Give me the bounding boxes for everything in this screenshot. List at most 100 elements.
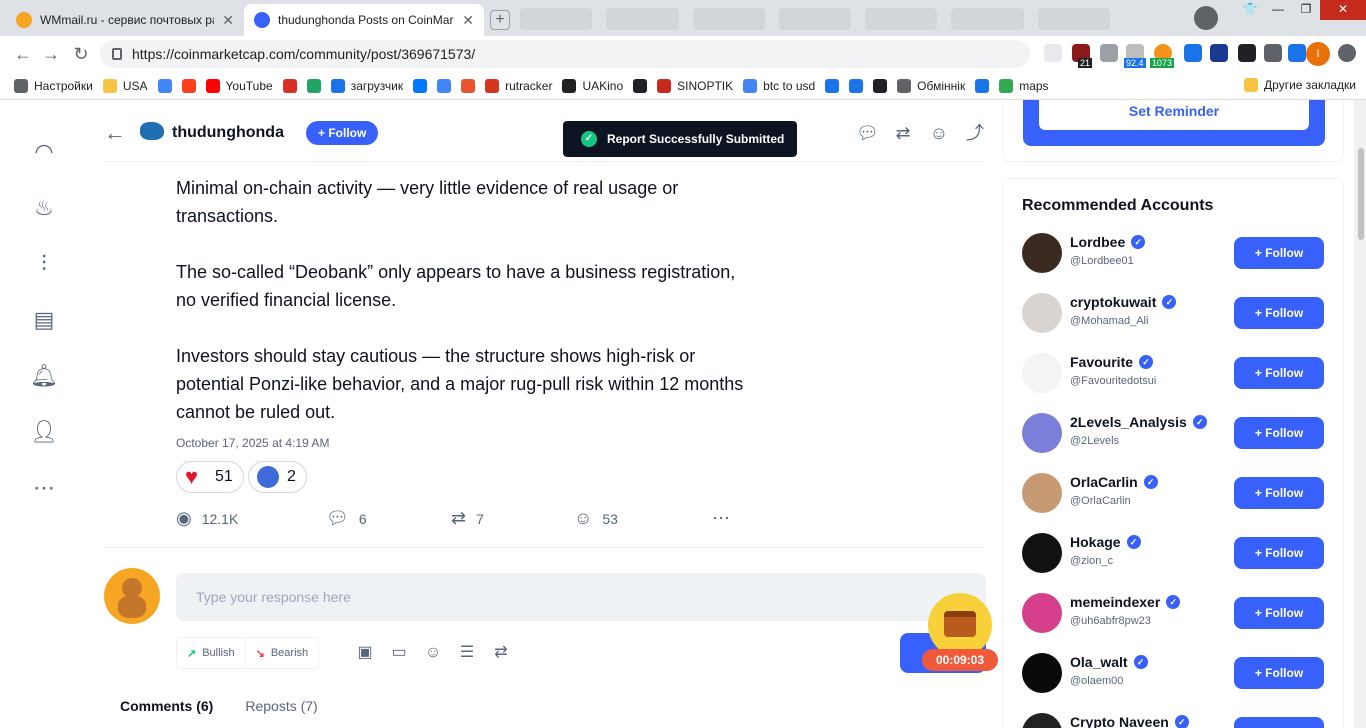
close-tab-icon[interactable]: ✕ <box>222 12 234 29</box>
new-tab-button[interactable]: + <box>490 10 510 30</box>
bookmark-item[interactable] <box>633 78 648 93</box>
account-avatar[interactable] <box>1022 353 1062 393</box>
background-tab[interactable] <box>692 8 765 30</box>
account-name-row[interactable]: Favourite ✓ <box>1070 354 1154 370</box>
download-icon[interactable] <box>1184 44 1202 62</box>
follow-author-button[interactable]: + Follow <box>306 121 379 145</box>
bookmark-item[interactable]: maps <box>999 78 1049 93</box>
bookmark-item[interactable] <box>282 78 297 93</box>
background-tab[interactable] <box>778 8 852 30</box>
account-avatar[interactable] <box>1022 593 1062 633</box>
account-name-row[interactable]: OrlaCarlin ✓ <box>1070 474 1158 490</box>
reaction-rocket[interactable]: 2 <box>248 461 307 493</box>
bullish-button[interactable]: ↗ Bullish <box>177 638 245 668</box>
maximize-button[interactable]: ❐ <box>1292 0 1320 20</box>
lock-icon[interactable] <box>112 48 122 60</box>
account-name-row[interactable]: cryptokuwait ✓ <box>1070 294 1177 310</box>
tab-comments[interactable]: Comments (6) <box>120 698 213 714</box>
account-avatar[interactable] <box>1022 653 1062 693</box>
extension-icon[interactable] <box>1238 44 1256 62</box>
follow-account-button[interactable]: + Follow <box>1234 717 1324 728</box>
audio-wave-icon[interactable]: ⫶ <box>30 250 58 278</box>
minimize-button[interactable]: — <box>1264 0 1292 20</box>
reload-icon[interactable]: ↻ <box>70 44 92 65</box>
tab-reposts[interactable]: Reposts (7) <box>245 698 317 714</box>
bookmark-item[interactable]: btc to usd <box>743 78 815 93</box>
puzzle-icon[interactable] <box>1264 44 1282 62</box>
treasure-chest-widget[interactable] <box>928 593 992 657</box>
account-avatar[interactable] <box>1022 413 1062 453</box>
repost-verified-icon[interactable]: ⇄ <box>490 642 512 664</box>
bookmark-item[interactable]: rutracker <box>485 78 552 93</box>
close-tab-icon[interactable]: ✕ <box>462 12 474 29</box>
globe-icon[interactable] <box>1044 44 1062 62</box>
bookmark-item[interactable]: Обміннік <box>897 78 965 93</box>
user-icon[interactable]: 👤︎ <box>30 418 58 446</box>
url-text[interactable]: https://coinmarketcap.com/community/post… <box>132 46 475 62</box>
tab-search-icon[interactable] <box>1194 6 1218 30</box>
tshirt-icon[interactable]: 👕 <box>1236 0 1264 20</box>
bookmark-item[interactable] <box>975 78 990 93</box>
background-tab[interactable] <box>520 8 593 30</box>
account-name-row[interactable]: Crypto Naveen ✓ <box>1070 714 1189 728</box>
downloads-icon[interactable] <box>1288 44 1306 62</box>
account-avatar[interactable] <box>1022 473 1062 513</box>
close-window-button[interactable]: ✕ <box>1320 0 1366 20</box>
bell-icon[interactable]: 🔔︎ <box>30 362 58 390</box>
account-name-row[interactable]: memeindexer ✓ <box>1070 594 1181 610</box>
follow-account-button[interactable]: + Follow <box>1234 597 1324 629</box>
comments-stat[interactable]: 💬︎ 6 <box>326 508 367 529</box>
extension-icon[interactable] <box>1210 44 1228 62</box>
background-tab[interactable] <box>865 8 938 30</box>
fire-icon[interactable]: ♨ <box>30 194 58 222</box>
image-icon[interactable]: ▣ <box>354 642 376 664</box>
bookmark-item[interactable] <box>157 78 172 93</box>
rss-feed-icon[interactable]: ◠ <box>30 138 58 166</box>
repost-icon[interactable]: ⇄ <box>892 122 914 144</box>
follow-account-button[interactable]: + Follow <box>1234 537 1324 569</box>
back-icon[interactable]: ← <box>12 44 34 65</box>
account-name-row[interactable]: Hokage ✓ <box>1070 534 1141 550</box>
address-bar[interactable]: https://coinmarketcap.com/community/post… <box>100 40 1030 68</box>
background-tab[interactable] <box>606 8 679 30</box>
follow-account-button[interactable]: + Follow <box>1234 297 1324 329</box>
comment-icon[interactable]: 💬︎ <box>856 122 879 144</box>
bookmark-item[interactable] <box>437 78 452 93</box>
browser-tab-coinmarketcap[interactable]: thudunghonda Posts on CoinMarketCap ✕ <box>244 4 484 36</box>
extension-icon[interactable] <box>1100 44 1118 62</box>
account-avatar[interactable] <box>1022 293 1062 333</box>
follow-account-button[interactable]: + Follow <box>1234 657 1324 689</box>
account-avatar[interactable] <box>1022 533 1062 573</box>
account-avatar[interactable] <box>1022 233 1062 273</box>
bookmark-item[interactable] <box>181 78 196 93</box>
reactions-stat[interactable]: ☺ 53 <box>574 508 618 529</box>
more-icon[interactable]: ⋯ <box>30 474 58 502</box>
reaction-heart[interactable]: ♥ 51 <box>176 461 244 493</box>
share-icon[interactable]: ⤴ <box>964 122 986 144</box>
account-name-row[interactable]: Lordbee ✓ <box>1070 234 1146 250</box>
bearish-button[interactable]: ↘ Bearish <box>244 638 319 668</box>
add-reaction-icon[interactable]: ☺ <box>928 122 950 144</box>
account-name-row[interactable]: Ola_walt ✓ <box>1070 654 1148 670</box>
scrollbar-thumb[interactable] <box>1358 148 1364 240</box>
gif-icon[interactable]: ▭ <box>388 642 410 664</box>
follow-account-button[interactable]: + Follow <box>1234 237 1324 269</box>
author-name[interactable]: thudunghonda <box>172 124 284 142</box>
bookmark-item[interactable] <box>306 78 321 93</box>
account-avatar[interactable] <box>1022 713 1062 728</box>
follow-account-button[interactable]: + Follow <box>1234 357 1324 389</box>
profile-avatar[interactable]: I <box>1306 42 1330 66</box>
set-reminder-button[interactable]: Set Reminder <box>1039 100 1309 130</box>
browser-tab-wmmail[interactable]: WMmail.ru - сервис почтовых рассылок ✕ <box>6 4 244 36</box>
author-avatar[interactable] <box>140 122 164 140</box>
back-arrow-icon[interactable]: ← <box>104 120 126 146</box>
bookmark-item[interactable]: загрузчик <box>330 78 403 93</box>
bookmark-item[interactable]: YouTube <box>205 78 273 93</box>
bookmark-item[interactable]: UAKino <box>562 78 623 93</box>
bookmark-item[interactable]: SINOPTIK <box>657 78 733 93</box>
account-name-row[interactable]: 2Levels_Analysis ✓ <box>1070 414 1207 430</box>
bookmark-item[interactable] <box>849 78 864 93</box>
poll-icon[interactable]: ☰ <box>456 642 478 664</box>
menu-icon[interactable] <box>1338 44 1356 62</box>
follow-account-button[interactable]: + Follow <box>1234 417 1324 449</box>
